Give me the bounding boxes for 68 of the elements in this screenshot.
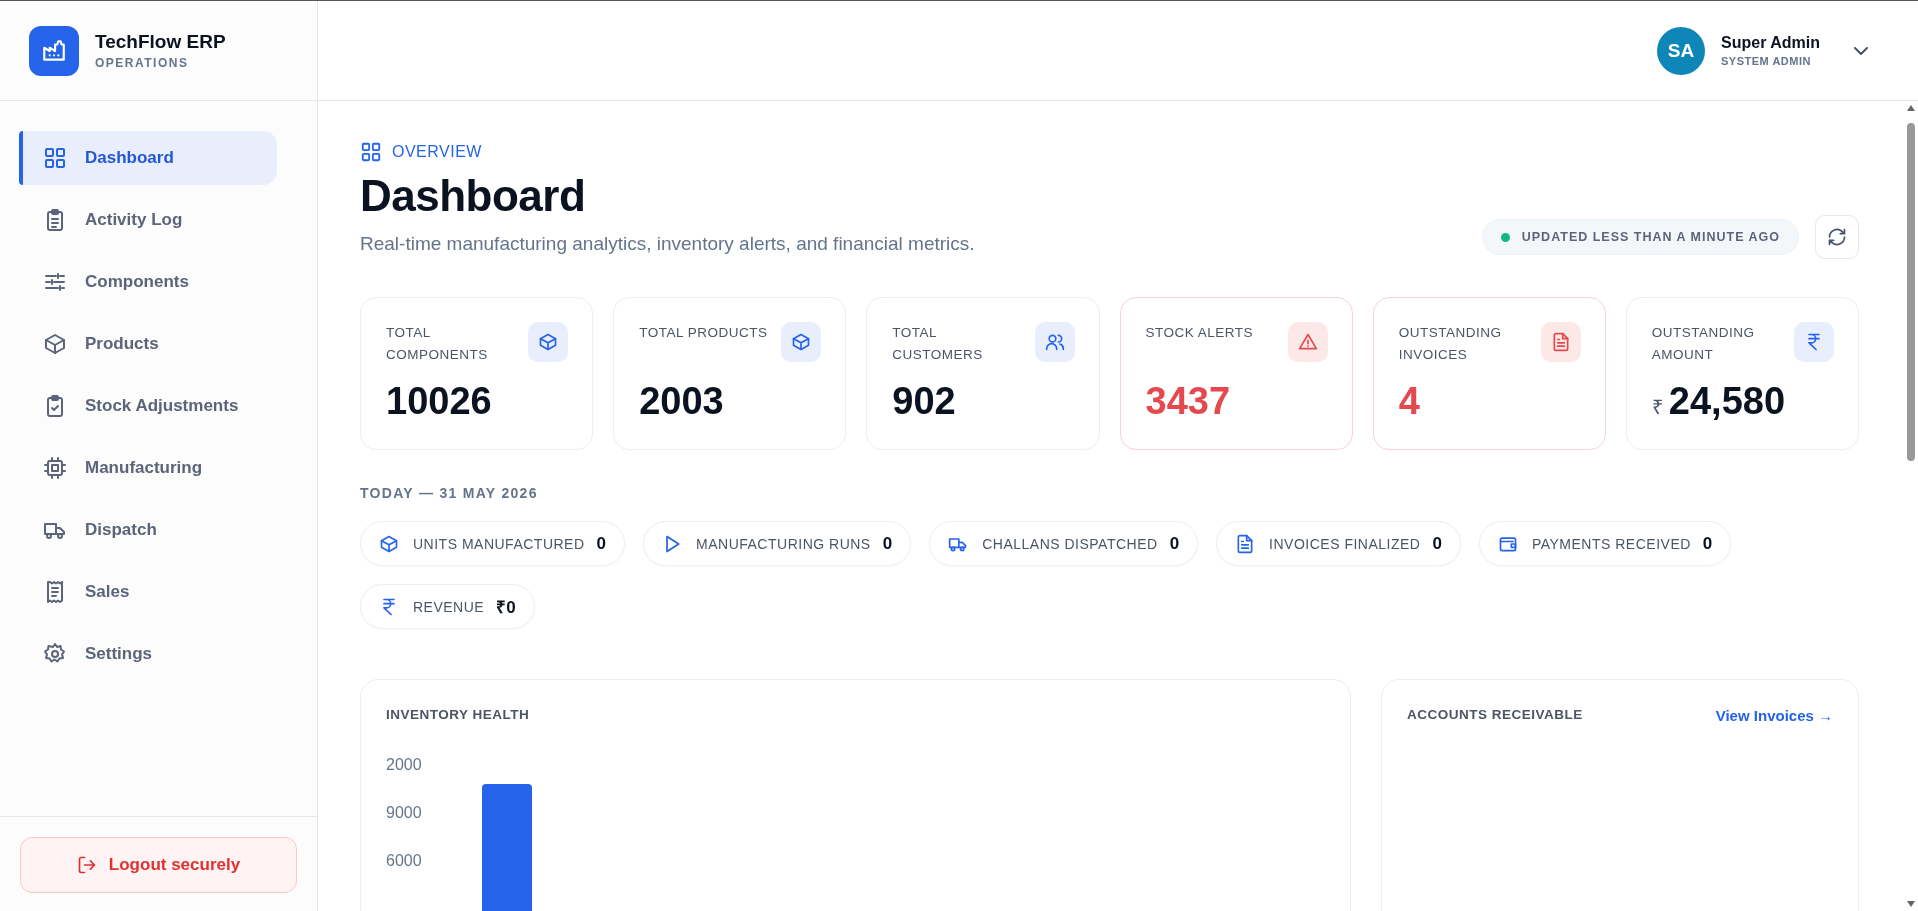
refresh-button[interactable]: [1815, 215, 1859, 259]
stat-value: 4: [1398, 380, 1420, 423]
settings-icon: [43, 642, 67, 666]
axis-label: 9000: [386, 804, 422, 822]
stat-label: OUTSTANDING INVOICES: [1398, 324, 1503, 364]
axis-label: 2000: [386, 756, 422, 774]
panel-title: INVENTORY HEALTH: [386, 707, 531, 722]
page-subtitle: Real-time manufacturing analytics, inventory alerts, and financial metrics.: [360, 233, 975, 255]
sidebar-item[interactable]: Sales: [19, 565, 277, 619]
stat-value: 3437: [1145, 380, 1231, 423]
metric-value: 0: [596, 533, 607, 554]
sidebar-item[interactable]: Dispatch: [19, 503, 277, 557]
stat-value: 24,580: [1668, 380, 1786, 423]
sidebar-item[interactable]: Dashboard: [19, 131, 277, 185]
refresh-icon: [1827, 227, 1847, 247]
box-icon: [43, 332, 67, 356]
stat-value: 902: [892, 380, 956, 423]
page-title: Dashboard: [360, 171, 587, 221]
stat-label: TOTAL COMPONENTS: [386, 324, 489, 364]
stat-value: 2003: [639, 380, 724, 423]
section-eyebrow: OVERVIEW: [392, 143, 482, 161]
metric-value: 0: [1169, 533, 1180, 554]
currency-symbol: ₹: [1651, 395, 1663, 420]
metric-label: PAYMENTS RECEIVED: [1531, 535, 1691, 552]
chevron-down-icon[interactable]: [1854, 46, 1868, 55]
grid-icon: [43, 146, 67, 170]
user-name: Super Admin: [1721, 34, 1820, 52]
sidebar-item[interactable]: Manufacturing: [19, 441, 277, 495]
user-role: SYSTEM ADMIN: [1721, 55, 1812, 67]
status-text: UPDATED LESS THAN A MINUTE AGO: [1521, 230, 1780, 244]
metric-value: 0: [1432, 533, 1442, 554]
stat-label: OUTSTANDING AMOUNT: [1651, 324, 1756, 364]
metric-label: CHALLANS DISPATCHED: [982, 535, 1158, 552]
sidebar-item[interactable]: Stock Adjustments: [19, 379, 277, 433]
view-invoices-link[interactable]: View Invoices →: [1715, 707, 1833, 724]
stat-label: TOTAL PRODUCTS: [639, 324, 768, 342]
metric-value: ₹0: [496, 597, 516, 618]
stat-label: STOCK ALERTS: [1145, 324, 1254, 342]
metric-label: INVOICES FINALIZED: [1269, 535, 1421, 552]
stat-label: TOTAL CUSTOMERS: [892, 324, 984, 364]
metric-label: MANUFACTURING RUNS: [696, 535, 871, 552]
metric-value: 0: [1702, 533, 1713, 554]
metric-label: REVENUE: [413, 598, 485, 615]
metric-value: 0: [882, 533, 893, 554]
user-avatar[interactable]: SA: [1657, 26, 1706, 75]
sidebar-item[interactable]: Activity Log: [19, 193, 277, 247]
sidebar-item[interactable]: Settings: [19, 627, 277, 681]
today-heading: TODAY — 31 MAY 2026: [360, 485, 539, 501]
axis-label: 6000: [386, 852, 422, 870]
box-icon: [538, 332, 559, 352]
users-icon: [1044, 332, 1065, 352]
metric-label: UNITS MANUFACTURED: [413, 535, 585, 552]
box-icon: [791, 332, 812, 352]
sidebar-item[interactable]: Products: [19, 317, 277, 371]
panel-title: ACCOUNTS RECEIVABLE: [1407, 707, 1583, 724]
stat-value: 10026: [386, 380, 492, 423]
chip-icon: [43, 456, 67, 480]
factory-logo-icon: [29, 25, 79, 76]
box-icon: [379, 533, 399, 554]
app-subtitle: OPERATIONS: [95, 56, 190, 70]
sliders-icon: [43, 270, 67, 294]
warning-icon: [1297, 332, 1318, 352]
app-name: TechFlow ERP: [95, 31, 226, 53]
logout-button[interactable]: Logout securely: [20, 837, 297, 893]
logout-icon: [76, 855, 97, 875]
grid-icon: [360, 141, 382, 163]
sidebar-item[interactable]: Components: [19, 255, 277, 309]
document-icon: [1235, 533, 1256, 554]
